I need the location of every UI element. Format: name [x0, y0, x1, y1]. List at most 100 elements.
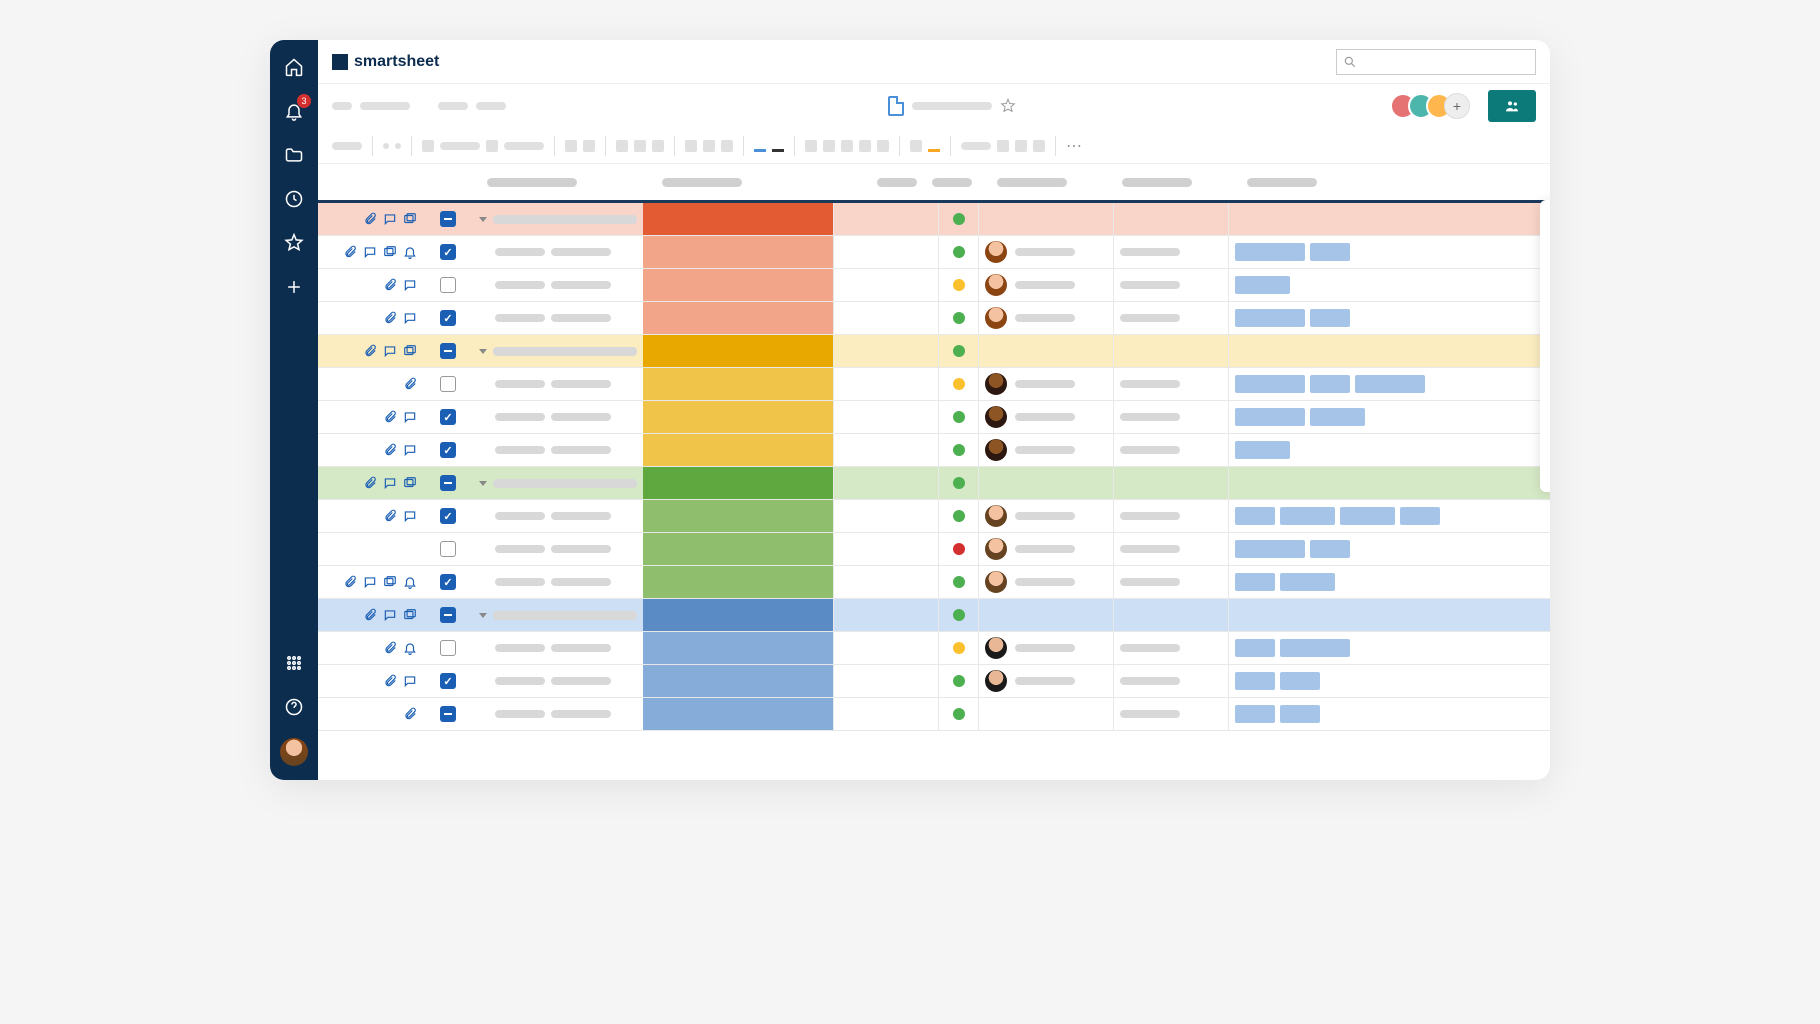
- checkbox[interactable]: [440, 277, 456, 293]
- date-value[interactable]: [1120, 710, 1180, 718]
- assignee-avatar[interactable]: [985, 538, 1007, 560]
- color-cell[interactable]: [643, 533, 833, 565]
- expand-caret-icon[interactable]: [479, 613, 487, 618]
- proof-icon[interactable]: [403, 608, 417, 622]
- favorite-star-icon[interactable]: [1000, 98, 1016, 114]
- tag-pill[interactable]: [1310, 243, 1350, 261]
- proof-icon[interactable]: [383, 575, 397, 589]
- cell[interactable]: [833, 434, 938, 466]
- status-dot[interactable]: [953, 477, 965, 489]
- table-row[interactable]: [318, 401, 1550, 434]
- date-value[interactable]: [1120, 248, 1180, 256]
- toolbar-button[interactable]: [685, 140, 697, 152]
- toolbar-button[interactable]: [440, 142, 480, 150]
- tag-pill[interactable]: [1310, 309, 1350, 327]
- task-name[interactable]: [495, 512, 545, 520]
- status-dot[interactable]: [953, 510, 965, 522]
- table-row[interactable]: [318, 599, 1550, 632]
- column-header[interactable]: [662, 178, 742, 187]
- proof-icon[interactable]: [403, 476, 417, 490]
- status-dot[interactable]: [953, 411, 965, 423]
- checkbox[interactable]: [440, 640, 456, 656]
- checkbox[interactable]: [440, 574, 456, 590]
- attach-icon[interactable]: [343, 245, 357, 259]
- table-row[interactable]: [318, 665, 1550, 698]
- search-input[interactable]: [1336, 49, 1536, 75]
- assignee-avatar[interactable]: [985, 241, 1007, 263]
- color-cell[interactable]: [643, 269, 833, 301]
- toolbar-button[interactable]: [504, 142, 544, 150]
- color-cell[interactable]: [643, 566, 833, 598]
- tag-pill[interactable]: [1355, 375, 1425, 393]
- tag-pill[interactable]: [1280, 672, 1320, 690]
- task-name[interactable]: [493, 215, 637, 224]
- assignee-avatar[interactable]: [985, 439, 1007, 461]
- tag-pill[interactable]: [1235, 243, 1305, 261]
- comment-icon[interactable]: [403, 410, 417, 424]
- toolbar-text-color[interactable]: [772, 140, 784, 152]
- date-value[interactable]: [1120, 281, 1180, 289]
- toolbar-button[interactable]: [583, 140, 595, 152]
- status-dot[interactable]: [953, 246, 965, 258]
- reminder-icon[interactable]: [403, 641, 417, 655]
- attach-icon[interactable]: [383, 443, 397, 457]
- table-row[interactable]: [318, 632, 1550, 665]
- app-logo[interactable]: smartsheet: [332, 53, 439, 71]
- proof-icon[interactable]: [403, 344, 417, 358]
- tag-pill[interactable]: [1235, 507, 1275, 525]
- status-dot[interactable]: [953, 576, 965, 588]
- toolbar-button[interactable]: [823, 140, 835, 152]
- breadcrumb-item[interactable]: [438, 102, 468, 110]
- attach-icon[interactable]: [383, 410, 397, 424]
- task-name[interactable]: [495, 314, 545, 322]
- assignee-avatar[interactable]: [985, 406, 1007, 428]
- color-cell[interactable]: [643, 302, 833, 334]
- toolbar-button[interactable]: [1033, 140, 1045, 152]
- favorites-icon[interactable]: [281, 230, 307, 256]
- add-icon[interactable]: [281, 274, 307, 300]
- tag-pill[interactable]: [1235, 573, 1275, 591]
- tag-pill[interactable]: [1235, 705, 1275, 723]
- checkbox[interactable]: [440, 541, 456, 557]
- toolbar-more-icon[interactable]: ⋯: [1066, 136, 1082, 156]
- table-row[interactable]: [318, 203, 1550, 236]
- tag-pill[interactable]: [1280, 507, 1335, 525]
- toolbar-button[interactable]: [565, 140, 577, 152]
- attach-icon[interactable]: [363, 476, 377, 490]
- task-name[interactable]: [495, 578, 545, 586]
- tag-pill[interactable]: [1235, 408, 1305, 426]
- comment-icon[interactable]: [403, 278, 417, 292]
- toolbar-button[interactable]: [634, 140, 646, 152]
- toolbar-fill-color[interactable]: [754, 140, 766, 152]
- date-value[interactable]: [1120, 644, 1180, 652]
- cell[interactable]: [833, 401, 938, 433]
- tag-pill[interactable]: [1235, 309, 1305, 327]
- color-cell[interactable]: [643, 632, 833, 664]
- toolbar-button[interactable]: [703, 140, 715, 152]
- task-name[interactable]: [495, 446, 545, 454]
- status-dot[interactable]: [953, 444, 965, 456]
- color-cell[interactable]: [643, 335, 833, 367]
- reminder-icon[interactable]: [403, 575, 417, 589]
- column-header[interactable]: [932, 178, 972, 187]
- attach-icon[interactable]: [343, 575, 357, 589]
- checkbox[interactable]: [440, 211, 456, 227]
- notifications-icon[interactable]: 3: [281, 98, 307, 124]
- collaborator-avatars[interactable]: +: [1398, 93, 1470, 119]
- task-name[interactable]: [495, 644, 545, 652]
- sheet-grid[interactable]: [318, 200, 1550, 780]
- checkbox[interactable]: [440, 508, 456, 524]
- attach-icon[interactable]: [403, 377, 417, 391]
- status-dot[interactable]: [953, 543, 965, 555]
- cell[interactable]: [833, 302, 938, 334]
- attach-icon[interactable]: [383, 641, 397, 655]
- color-cell[interactable]: [643, 203, 833, 235]
- table-row[interactable]: [318, 302, 1550, 335]
- assignee-avatar[interactable]: [985, 670, 1007, 692]
- cell[interactable]: [833, 368, 938, 400]
- checkbox[interactable]: [440, 673, 456, 689]
- status-dot[interactable]: [953, 642, 965, 654]
- checkbox[interactable]: [440, 607, 456, 623]
- assignee-avatar[interactable]: [985, 571, 1007, 593]
- task-name[interactable]: [495, 677, 545, 685]
